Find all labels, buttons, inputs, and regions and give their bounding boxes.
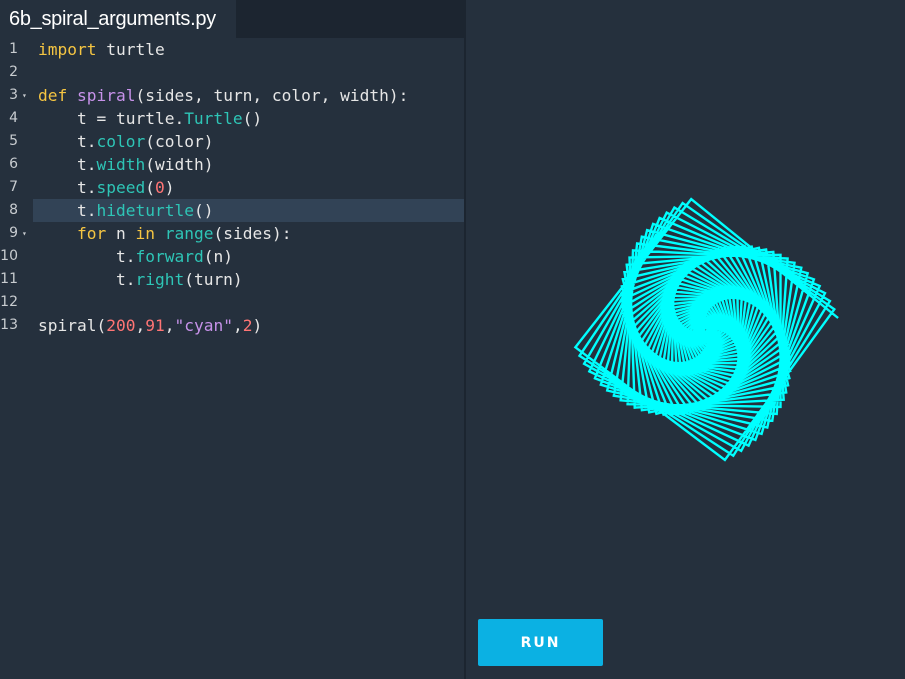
code-text: import turtle <box>38 38 165 61</box>
code-token: t. <box>38 270 136 289</box>
code-token: def <box>38 86 68 105</box>
code-token: 200 <box>106 316 136 335</box>
code-token: t. <box>38 155 97 174</box>
output-canvas <box>466 0 905 679</box>
line-number: 12 <box>0 294 18 310</box>
code-token: 91 <box>145 316 165 335</box>
code-token: spiral <box>77 86 136 105</box>
code-token: 0 <box>154 178 165 197</box>
code-text: t.speed(0) <box>38 176 175 199</box>
code-token: , <box>135 316 146 335</box>
code-token: width <box>96 155 146 174</box>
code-token: turtle <box>96 40 165 59</box>
code-editor[interactable]: 6b_spiral_arguments.py 1 import turtle 2 3 ▾… <box>0 0 464 679</box>
code-line[interactable]: 9 ▾ for n in range(sides): <box>0 222 464 245</box>
code-token: speed <box>96 178 146 197</box>
line-number: 1 <box>9 41 18 57</box>
code-token: () <box>242 109 263 128</box>
code-token: forward <box>135 247 204 266</box>
fold-arrow-icon[interactable]: ▾ <box>22 84 27 107</box>
tab-bar: 6b_spiral_arguments.py <box>0 0 464 38</box>
code-token: (sides, turn, color, width): <box>135 86 409 105</box>
code-token: , <box>232 316 243 335</box>
line-number: 3 <box>9 87 18 103</box>
code-token: ) <box>164 178 175 197</box>
code-token: t. <box>38 178 97 197</box>
code-line[interactable]: 10 t.forward(n) <box>0 245 464 268</box>
code-token: for <box>76 224 107 243</box>
code-line[interactable]: 11 t.right(turn) <box>0 268 464 291</box>
code-token: (n) <box>203 247 233 266</box>
code-token: range <box>164 224 214 243</box>
code-line[interactable]: 7 t.speed(0) <box>0 176 464 199</box>
code-token: t. <box>38 247 136 266</box>
code-area[interactable]: 1 import turtle 2 3 ▾ def spiral(sides, turn,… <box>0 38 464 337</box>
code-text: t.right(turn) <box>38 268 243 291</box>
code-token: spiral( <box>38 316 107 335</box>
code-token: color <box>96 132 146 151</box>
fold-arrow-icon[interactable]: ▾ <box>22 222 27 245</box>
code-token: t. <box>38 132 97 151</box>
line-number: 10 <box>0 248 18 264</box>
code-line[interactable]: 4 t = turtle.Turtle() <box>0 107 464 130</box>
line-number: 7 <box>9 179 18 195</box>
line-number: 13 <box>0 317 18 333</box>
line-number: 9 <box>9 225 18 241</box>
code-token: (width) <box>145 155 214 174</box>
code-token: hideturtle <box>96 201 194 220</box>
code-token: (color) <box>145 132 214 151</box>
code-line[interactable]: 12 <box>0 291 464 314</box>
file-tab[interactable]: 6b_spiral_arguments.py <box>0 0 236 38</box>
code-token: t. <box>38 201 97 220</box>
spiral-path <box>573 197 839 462</box>
turtle-drawing <box>573 197 839 462</box>
code-line[interactable]: 3 ▾ def spiral(sides, turn, color, width): <box>0 84 464 107</box>
code-text: t.color(color) <box>38 130 213 153</box>
code-text: t = turtle.Turtle() <box>38 107 262 130</box>
line-number: 5 <box>9 133 18 149</box>
code-token: import <box>38 40 97 59</box>
code-line[interactable]: 6 t.width(width) <box>0 153 464 176</box>
code-text: spiral(200,91,"cyan",2) <box>38 314 262 337</box>
line-number: 4 <box>9 110 18 126</box>
line-number: 6 <box>9 156 18 172</box>
code-token: (sides): <box>213 224 292 243</box>
code-text: t.forward(n) <box>38 245 233 268</box>
code-text: for n in range(sides): <box>38 222 291 245</box>
code-line[interactable]: 13 spiral(200,91,"cyan",2) <box>0 314 464 337</box>
code-token: (turn) <box>184 270 243 289</box>
code-token: Turtle <box>184 109 243 128</box>
line-number: 8 <box>9 202 18 218</box>
code-token: right <box>135 270 185 289</box>
code-text: def spiral(sides, turn, color, width): <box>38 84 408 107</box>
code-line[interactable]: 8 t.hideturtle() <box>9 199 464 222</box>
code-line[interactable]: 5 t.color(color) <box>0 130 464 153</box>
code-line[interactable]: 2 <box>0 61 464 84</box>
code-token: "cyan" <box>174 316 233 335</box>
run-button[interactable]: RUN <box>478 619 603 666</box>
code-token: ( <box>145 178 155 197</box>
code-token: n <box>106 224 136 243</box>
code-token: t = turtle. <box>38 109 185 128</box>
code-token: () <box>193 201 214 220</box>
code-text: t.hideturtle() <box>38 199 213 222</box>
code-token: ) <box>252 316 263 335</box>
code-line[interactable]: 1 import turtle <box>0 38 464 61</box>
code-token: in <box>135 224 155 243</box>
code-text: t.width(width) <box>38 153 213 176</box>
line-number: 2 <box>9 64 18 80</box>
code-token: 2 <box>242 316 253 335</box>
line-number: 11 <box>0 271 18 287</box>
